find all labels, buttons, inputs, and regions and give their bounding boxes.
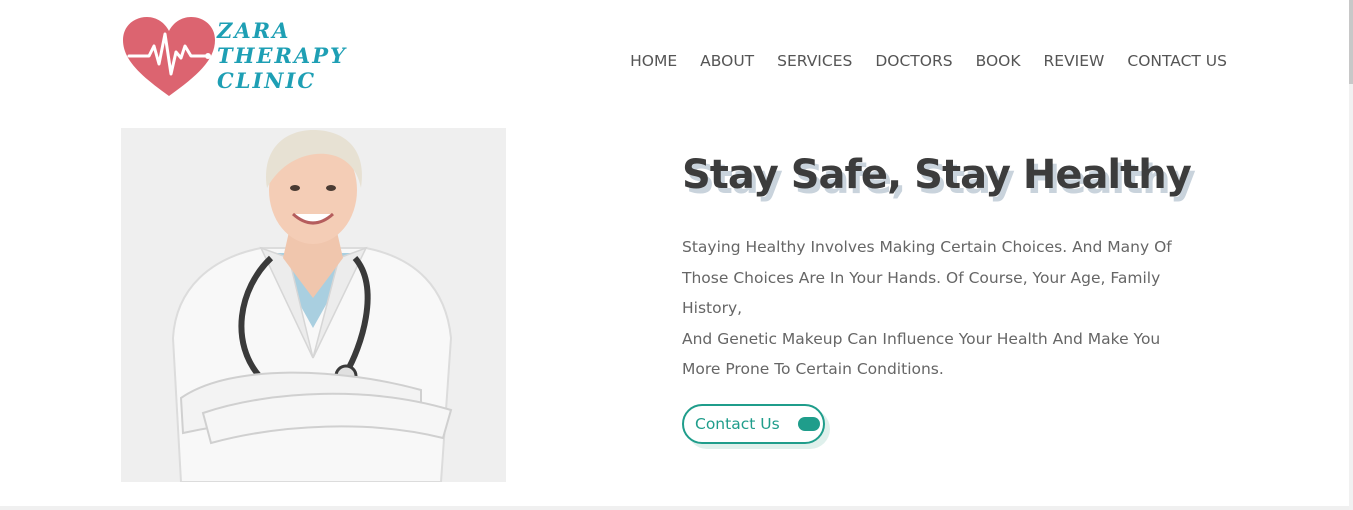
nav-doctors[interactable]: DOCTORS <box>875 52 952 70</box>
nav-about[interactable]: ABOUT <box>700 52 754 70</box>
scrollbar-thumb[interactable] <box>1349 0 1353 84</box>
doctor-photo <box>121 128 506 482</box>
brand-logo[interactable]: ZARA THERAPY CLINIC <box>121 16 351 98</box>
nav-contact-us[interactable]: CONTACT US <box>1127 52 1227 70</box>
hero-title: Stay Safe, Stay Healthy <box>682 152 1192 198</box>
brand-line-2: THERAPY <box>217 43 348 68</box>
hero-paragraph: Staying Healthy Involves Making Certain … <box>682 232 1227 385</box>
section-divider <box>0 506 1349 510</box>
contact-us-label: Contact Us <box>695 415 780 433</box>
nav-review[interactable]: REVIEW <box>1044 52 1105 70</box>
brand-line-3: CLINIC <box>217 68 317 93</box>
nav-services[interactable]: SERVICES <box>777 52 852 70</box>
doctor-illustration-icon <box>121 128 506 482</box>
contact-us-button[interactable]: Contact Us <box>682 404 825 444</box>
main-nav: HOME ABOUT SERVICES DOCTORS BOOK REVIEW … <box>630 52 1227 70</box>
hero-paragraph-line: Staying Healthy Involves Making Certain … <box>682 238 1172 256</box>
brand-name: ZARA THERAPY CLINIC <box>217 18 347 93</box>
nav-book[interactable]: BOOK <box>976 52 1021 70</box>
hero-paragraph-line: Those Choices Are In Your Hands. Of Cour… <box>682 268 1161 287</box>
page-scrollbar[interactable] <box>1349 0 1353 510</box>
pill-icon <box>798 417 820 431</box>
heart-pulse-icon <box>123 17 215 96</box>
hero-paragraph-line: And Genetic Makeup Can Influence Your He… <box>682 329 1161 348</box>
hero-paragraph-line: More Prone To Certain Conditions. <box>682 360 944 379</box>
brand-line-1: ZARA <box>217 18 291 43</box>
nav-home[interactable]: HOME <box>630 52 677 70</box>
hero-paragraph-line: History, <box>682 299 743 318</box>
page: ZARA THERAPY CLINIC HOME ABOUT SERVICES … <box>0 0 1349 510</box>
